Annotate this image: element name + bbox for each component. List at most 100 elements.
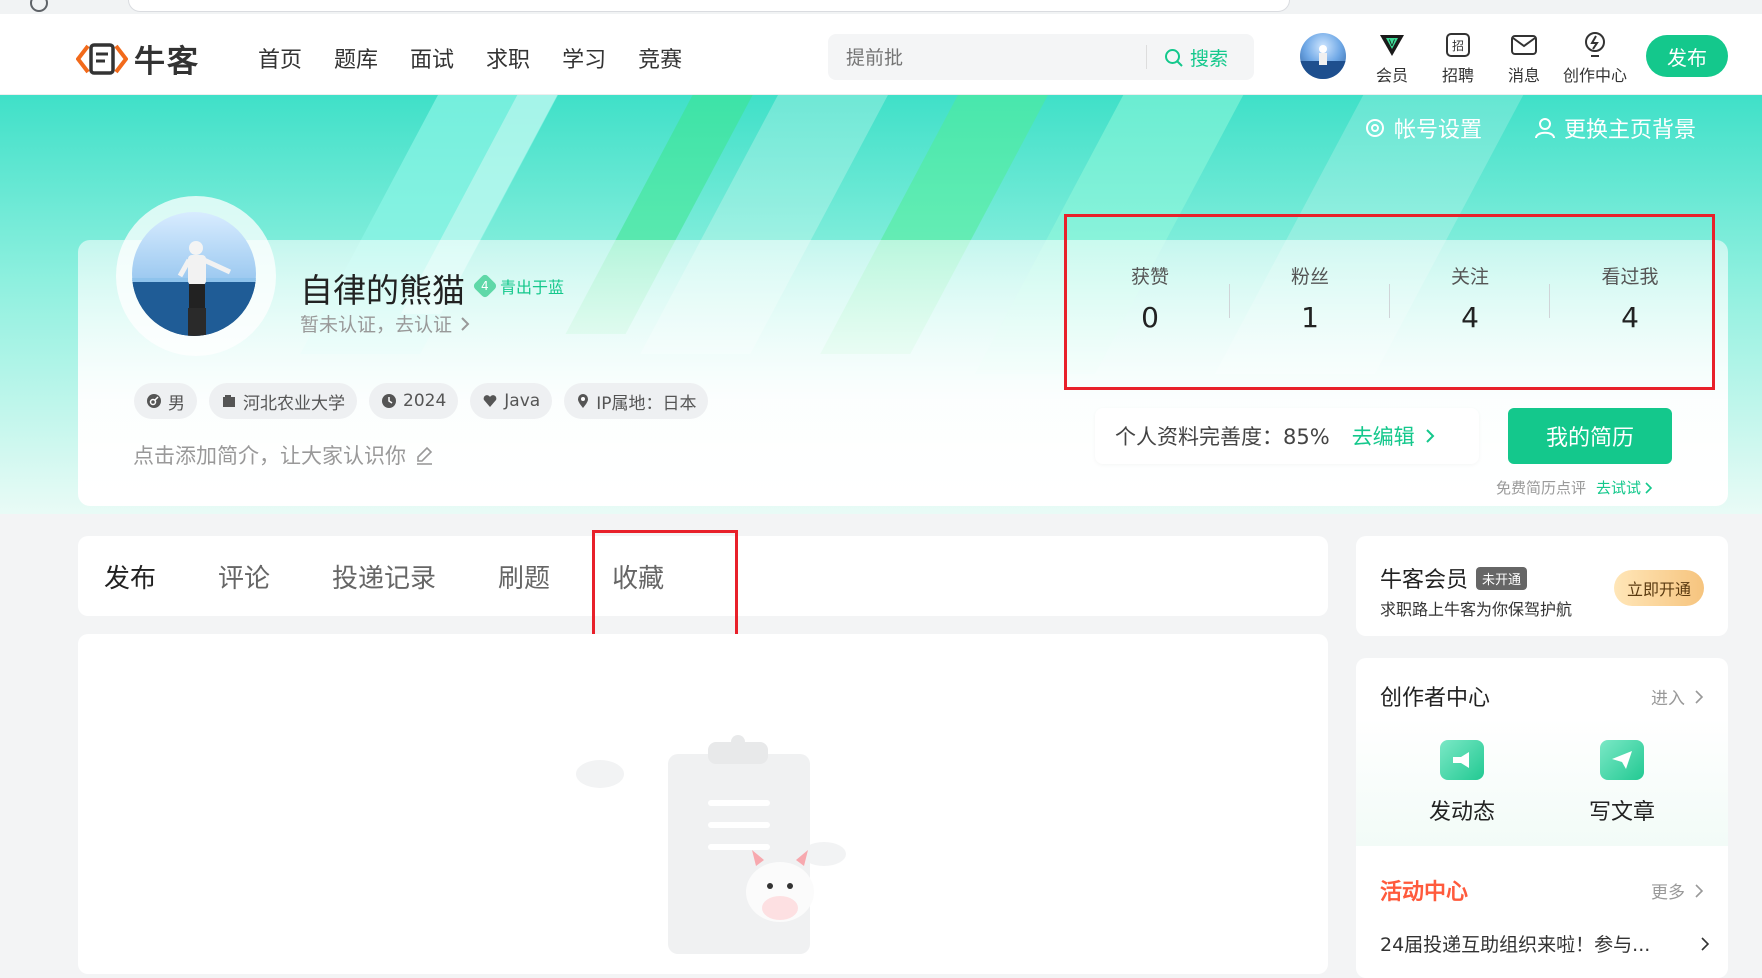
- svg-text:V: V: [1389, 39, 1396, 49]
- main-nav: 首页 题库 面试 求职 学习 竞赛: [258, 42, 714, 74]
- profile-avatar[interactable]: [132, 212, 256, 336]
- recruit-label: 招聘: [1441, 66, 1474, 85]
- edit-profile-link[interactable]: 去编辑: [1352, 421, 1435, 451]
- search-box: 搜索: [828, 34, 1254, 80]
- chevron-right-icon: [1425, 428, 1435, 444]
- vip-activate-button[interactable]: 立即开通: [1614, 570, 1704, 606]
- vip-icon: V: [1377, 30, 1407, 60]
- chevron-right-icon: [1695, 689, 1704, 704]
- activity-item-text: 24届投递互助组织来啦！参与...: [1380, 934, 1651, 956]
- try-review-link[interactable]: 去试试: [1596, 477, 1653, 498]
- megaphone-icon: [1440, 740, 1484, 780]
- profile-completeness: 个人资料完善度：85% 去编辑: [1095, 408, 1479, 464]
- nav-home[interactable]: 首页: [258, 42, 302, 74]
- add-bio[interactable]: 点击添加简介，让大家认识你: [133, 440, 434, 470]
- profile-username: 自律的熊猫: [300, 271, 465, 310]
- change-background-link[interactable]: 更换主页背景: [1534, 112, 1696, 144]
- chevron-right-icon: [460, 316, 470, 332]
- creator-center-label: 创作中心: [1562, 66, 1627, 85]
- tag-direction: Java: [470, 383, 553, 419]
- tag-gender: 男: [134, 383, 197, 419]
- tag-school: 河北农业大学: [209, 383, 357, 419]
- nav-interview[interactable]: 面试: [410, 42, 454, 74]
- paper-plane-icon: [1600, 740, 1644, 780]
- browser-reload-icon[interactable]: [30, 0, 48, 12]
- user-level[interactable]: 4 青出于蓝: [472, 273, 565, 299]
- tab-practice[interactable]: 刷题: [498, 558, 550, 595]
- tab-posts[interactable]: 发布: [104, 558, 156, 597]
- tab-comments[interactable]: 评论: [218, 558, 270, 595]
- completeness-label: 个人资料完善度：85%: [1115, 425, 1330, 449]
- post-moment-button[interactable]: 发动态: [1402, 740, 1522, 826]
- creator-center-title: 创作者中心: [1380, 686, 1491, 711]
- level-badge-icon: 4: [472, 273, 498, 299]
- header-creator-center[interactable]: 创作中心: [1560, 30, 1630, 86]
- resume-review-text: 免费简历点评: [1496, 479, 1587, 497]
- write-article-button[interactable]: 写文章: [1562, 740, 1682, 826]
- settings-icon: [1364, 117, 1386, 139]
- search-button-label: 搜索: [1190, 48, 1229, 70]
- location-icon: [576, 393, 590, 409]
- header-messages[interactable]: 消息: [1489, 30, 1559, 86]
- empty-state-illustration: [558, 734, 858, 974]
- clock-icon: [381, 393, 397, 409]
- search-input[interactable]: [844, 46, 1148, 70]
- top-header: 牛客 首页 题库 面试 求职 学习 竞赛 搜索 V 会员 招 招聘: [0, 14, 1762, 95]
- activity-more-link[interactable]: 更多: [1651, 878, 1704, 903]
- browser-address-bar[interactable]: [128, 0, 1290, 12]
- vip-title-row: 牛客会员 未开通: [1380, 562, 1528, 594]
- site-logo[interactable]: 牛客: [75, 36, 200, 81]
- tag-ip-location: IP属地：日本: [564, 383, 709, 419]
- user-icon: [1534, 117, 1556, 139]
- account-settings-link[interactable]: 帐号设置: [1364, 112, 1482, 144]
- verify-link[interactable]: 暂未认证，去认证: [300, 310, 470, 337]
- tab-applications[interactable]: 投递记录: [332, 558, 436, 595]
- header-avatar[interactable]: [1300, 33, 1346, 79]
- activity-center-title: 活动中心: [1380, 880, 1469, 905]
- publish-button[interactable]: 发布: [1646, 35, 1728, 77]
- stats-highlight-box: [1064, 214, 1715, 390]
- favorites-highlight-box: [592, 530, 738, 644]
- profile-tags: 男 河北农业大学 2024 Java IP属地：日本: [134, 383, 720, 419]
- vip-status-badge: 未开通: [1476, 566, 1528, 590]
- mail-icon: [1509, 30, 1539, 60]
- tag-grad-year: 2024: [369, 383, 459, 419]
- chevron-right-icon: [1645, 481, 1653, 494]
- school-icon: [221, 393, 237, 409]
- search-icon: [1164, 48, 1184, 68]
- nowcoder-logo-icon: [75, 40, 129, 78]
- change-background-label: 更换主页背景: [1564, 118, 1697, 143]
- header-vip[interactable]: V 会员: [1357, 30, 1427, 86]
- creator-enter-link[interactable]: 进入: [1651, 684, 1704, 709]
- nav-jobs[interactable]: 求职: [486, 42, 530, 74]
- svg-text:招: 招: [1452, 39, 1464, 53]
- recruit-icon: 招: [1443, 30, 1473, 60]
- lightbulb-icon: [1580, 30, 1610, 60]
- my-resume-button[interactable]: 我的简历: [1508, 408, 1672, 464]
- creator-actions: 发动态 写文章: [1356, 718, 1728, 846]
- vip-title: 牛客会员: [1380, 568, 1469, 593]
- heart-icon: [482, 393, 498, 409]
- nav-question-bank[interactable]: 题库: [334, 42, 378, 74]
- resume-review: 免费简历点评 去试试: [1496, 477, 1653, 498]
- level-name: 青出于蓝: [500, 278, 565, 297]
- activity-item[interactable]: 24届投递互助组织来啦！参与...: [1380, 930, 1710, 957]
- header-recruit[interactable]: 招 招聘: [1423, 30, 1493, 86]
- edit-pen-icon: [414, 445, 434, 465]
- chevron-right-icon: [1695, 883, 1704, 898]
- account-settings-label: 帐号设置: [1394, 118, 1483, 143]
- chevron-right-icon: [1701, 936, 1710, 951]
- vip-card: 牛客会员 未开通 求职路上牛客为你保驾护航 立即开通: [1356, 536, 1728, 636]
- verify-text: 暂未认证，去认证: [300, 314, 453, 336]
- nav-contest[interactable]: 竞赛: [638, 42, 682, 74]
- creator-center-card: 创作者中心 进入 发动态 写文章 活动中心 更多 24届投递互助组织来啦！参与.…: [1356, 658, 1728, 978]
- content-panel: [78, 634, 1328, 974]
- search-button[interactable]: 搜索: [1164, 44, 1228, 71]
- browser-toolbar: [0, 0, 1762, 15]
- vip-subtitle: 求职路上牛客为你保驾护航: [1380, 600, 1573, 619]
- messages-label: 消息: [1507, 66, 1540, 85]
- search-divider: [1146, 45, 1147, 69]
- vip-label: 会员: [1375, 66, 1408, 85]
- logo-text: 牛客: [134, 44, 200, 80]
- nav-learn[interactable]: 学习: [562, 42, 606, 74]
